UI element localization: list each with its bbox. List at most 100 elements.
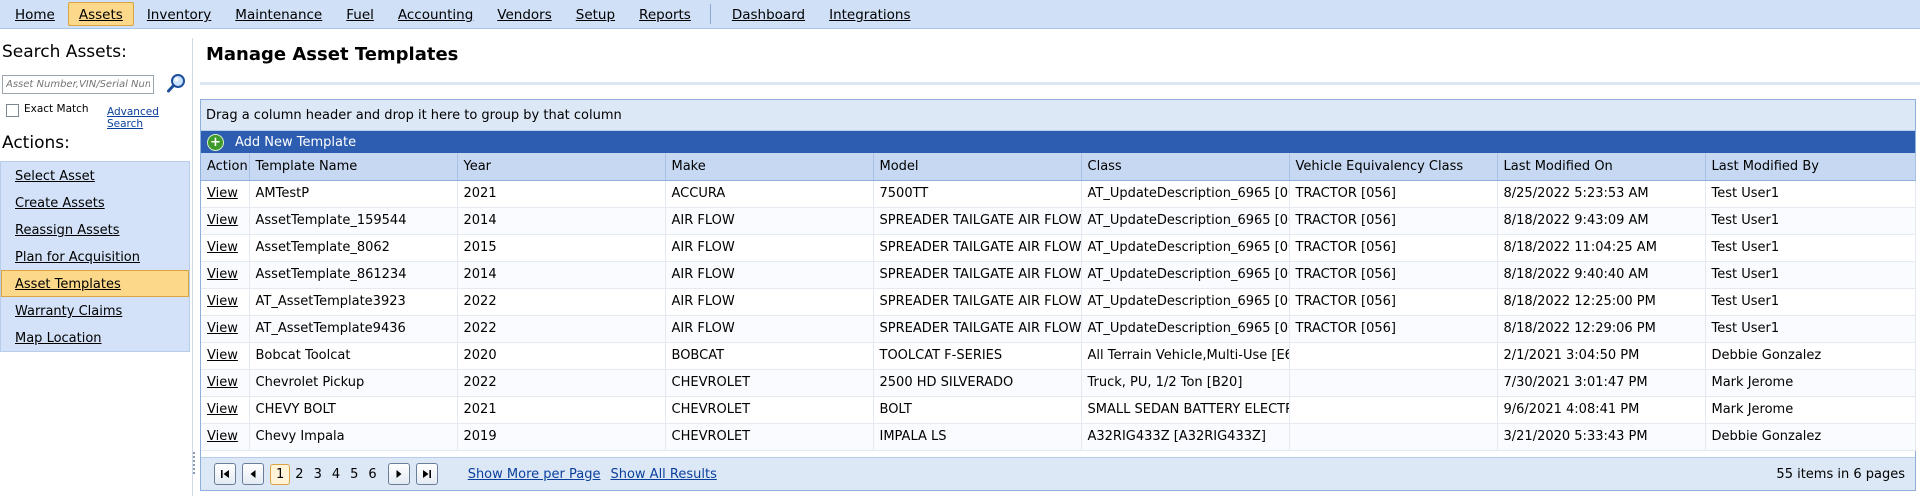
nav-item-maintenance[interactable]: Maintenance [224,2,333,26]
magnifier-icon[interactable] [166,72,188,94]
pane-splitter[interactable] [192,38,195,496]
page-number-4[interactable]: 4 [327,465,345,484]
cell-make: CHEVROLET [665,396,874,424]
nav-item-assets[interactable]: Assets [67,2,134,26]
cell-action: View [201,207,250,235]
column-header-vehicle-equivalency-class[interactable]: Vehicle Equivalency Class [1289,153,1498,181]
group-by-panel[interactable]: Drag a column header and drop it here to… [201,100,1915,131]
show-more-per-page-link[interactable]: Show More per Page [468,467,601,482]
view-link[interactable]: View [207,213,238,228]
first-page-icon[interactable] [214,463,236,485]
column-header-action[interactable]: Action [201,153,250,181]
cell-model: 2500 HD SILVERADO [873,369,1082,397]
cell-vehicle-equivalency-class [1289,423,1498,451]
column-header-model[interactable]: Model [873,153,1082,181]
cell-year: 2021 [457,396,666,424]
cell-class: AT_UpdateDescription_6965 [001] [1081,288,1290,316]
exact-match-checkbox[interactable] [6,104,19,117]
pager-info: 55 items in 6 pages [1776,466,1905,482]
nav-item-label: Vendors [497,7,552,23]
cell-class: AT_UpdateDescription_6965 [001] [1081,261,1290,289]
table-row: View CHEVY BOLT 2021 CHEVROLET BOLT SMALL SED… [201,396,1916,424]
page-number-3[interactable]: 3 [309,465,327,484]
cell-last-modified-on: 8/18/2022 12:29:06 PM [1497,315,1706,343]
nav-item-fuel[interactable]: Fuel [335,2,385,26]
add-new-template-button[interactable]: + Add New Template [201,131,1915,153]
action-item-select-asset[interactable]: Select Asset [1,162,189,189]
nav-item-setup[interactable]: Setup [565,2,626,26]
cell-last-modified-on: 8/18/2022 9:40:40 AM [1497,261,1706,289]
page-number-5[interactable]: 5 [345,465,363,484]
actions-title: Actions: [2,133,70,153]
column-header-make[interactable]: Make [665,153,874,181]
cell-vehicle-equivalency-class: TRACTOR [056] [1289,261,1498,289]
cell-action: View [201,342,250,370]
nav-item-vendors[interactable]: Vendors [486,2,562,26]
prev-page-icon[interactable] [242,463,264,485]
action-item-map-location[interactable]: Map Location [1,324,189,351]
next-page-icon[interactable] [387,463,410,485]
column-header-year[interactable]: Year [457,153,666,181]
view-link[interactable]: View [207,348,238,363]
cell-make: AIR FLOW [665,315,874,343]
view-link[interactable]: View [207,429,238,444]
cell-model: SPREADER TAILGATE AIR FLOW [873,288,1082,316]
nav-item-inventory[interactable]: Inventory [136,2,222,26]
sidebar: Search Assets: Exact Match Advanced Sear… [0,38,192,496]
advanced-search-link[interactable]: Advanced Search [107,106,192,130]
action-item-label: Create Assets [15,196,105,211]
view-link[interactable]: View [207,186,238,201]
column-header-last-modified-by[interactable]: Last Modified By [1705,153,1916,181]
cell-template-name: CHEVY BOLT [249,396,458,424]
cell-last-modified-by: Mark Jerome [1705,396,1916,424]
cell-class: All Terrain Vehicle,Multi-Use [E60] [1081,342,1290,370]
cell-vehicle-equivalency-class [1289,342,1498,370]
nav-item-accounting[interactable]: Accounting [387,2,484,26]
action-item-plan-for-acquisition[interactable]: Plan for Acquisition [1,243,189,270]
page-number-1[interactable]: 1 [270,463,291,485]
cell-last-modified-on: 8/18/2022 9:43:09 AM [1497,207,1706,235]
cell-make: AIR FLOW [665,207,874,235]
nav-item-reports[interactable]: Reports [628,2,702,26]
table-row: View Bobcat Toolcat 2020 BOBCAT TOOLCAT F-SE… [201,342,1916,370]
nav-item-home[interactable]: Home [4,2,66,26]
cell-make: CHEVROLET [665,423,874,451]
cell-make: BOBCAT [665,342,874,370]
view-link[interactable]: View [207,240,238,255]
cell-action: View [201,288,250,316]
view-link[interactable]: View [207,267,238,282]
action-item-reassign-assets[interactable]: Reassign Assets [1,216,189,243]
search-title: Search Assets: [2,42,127,62]
table-row: View AT_AssetTemplate3923 2022 AIR FLOW SPRE… [201,288,1916,316]
action-item-label: Asset Templates [15,277,121,292]
nav-item-dashboard[interactable]: Dashboard [721,2,816,26]
view-link[interactable]: View [207,321,238,336]
action-item-asset-templates[interactable]: Asset Templates [1,270,189,297]
page-number-2[interactable]: 2 [290,465,308,484]
cell-action: View [201,315,250,343]
nav-item-integrations[interactable]: Integrations [818,2,921,26]
asset-search-input[interactable] [2,75,154,94]
column-header-last-modified-on[interactable]: Last Modified On [1497,153,1706,181]
cell-vehicle-equivalency-class [1289,396,1498,424]
cell-vehicle-equivalency-class: TRACTOR [056] [1289,180,1498,208]
cell-last-modified-by: Test User1 [1705,234,1916,262]
view-link[interactable]: View [207,294,238,309]
last-page-icon[interactable] [415,463,438,485]
action-item-create-assets[interactable]: Create Assets [1,189,189,216]
column-header-template-name[interactable]: Template Name [249,153,458,181]
cell-last-modified-by: Debbie Gonzalez [1705,423,1916,451]
nav-item-label: Maintenance [235,7,323,23]
show-all-results-link[interactable]: Show All Results [610,467,716,482]
view-link[interactable]: View [207,375,238,390]
exact-match-label: Exact Match [24,103,89,115]
splitter-grip-icon[interactable] [191,452,197,476]
column-header-class[interactable]: Class [1081,153,1290,181]
view-link[interactable]: View [207,402,238,417]
action-item-warranty-claims[interactable]: Warranty Claims [1,297,189,324]
cell-last-modified-by: Test User1 [1705,180,1916,208]
action-item-label: Warranty Claims [15,304,123,319]
cell-action: View [201,369,250,397]
actions-list: Select Asset Create Assets Reassign Assets… [0,161,190,352]
page-number-6[interactable]: 6 [363,465,381,484]
